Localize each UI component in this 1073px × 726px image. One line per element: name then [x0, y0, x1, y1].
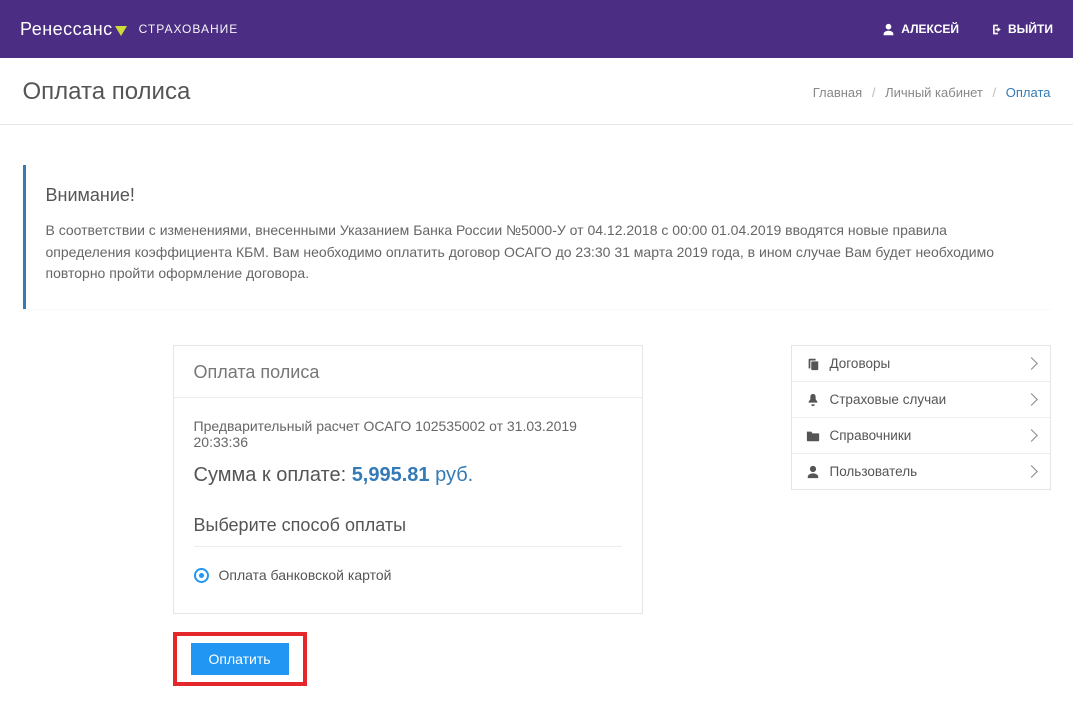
brand-logo[interactable]: Ренессанс СТРАХОВАНИЕ: [20, 19, 238, 40]
breadcrumb-current: Оплата: [1006, 85, 1051, 100]
alert-body: В соответствии с изменениями, внесенными…: [46, 220, 1033, 285]
amount-label: Сумма к оплате:: [194, 464, 352, 486]
amount-value: 5,995.81: [352, 464, 430, 486]
bell-icon: [806, 393, 820, 407]
page-header-strip: Оплата полиса Главная / Личный кабинет /…: [0, 58, 1073, 125]
precalc-line: Предварительный расчет ОСАГО 102535002 о…: [194, 418, 622, 450]
top-actions: АЛЕКСЕЙ ВЫЙТИ: [882, 22, 1053, 36]
user-icon: [806, 465, 820, 479]
user-icon: [882, 23, 895, 36]
sidebar-item-claims[interactable]: Страховые случаи: [792, 382, 1050, 418]
user-menu[interactable]: АЛЕКСЕЙ: [882, 22, 959, 36]
pay-button-highlight: Оплатить: [173, 632, 307, 686]
sidebar-menu: Договоры Страховые случаи Справочники По…: [791, 345, 1051, 490]
breadcrumb-sep: /: [993, 85, 997, 100]
logo-subtext: СТРАХОВАНИЕ: [139, 22, 239, 36]
breadcrumb-home[interactable]: Главная: [813, 85, 862, 100]
logout-label: ВЫЙТИ: [1008, 22, 1053, 36]
sidebar-item-label: Справочники: [830, 428, 1017, 443]
payment-method-card-label: Оплата банковской картой: [219, 567, 392, 583]
page-title: Оплата полиса: [23, 78, 191, 106]
pay-button[interactable]: Оплатить: [191, 643, 289, 675]
payment-panel-title: Оплата полиса: [174, 346, 642, 398]
payment-method-card[interactable]: Оплата банковской картой: [194, 567, 622, 583]
alert-box: Внимание! В соответствии с изменениями, …: [23, 165, 1051, 309]
sidebar-item-contracts[interactable]: Договоры: [792, 346, 1050, 382]
amount-currency: руб.: [430, 464, 474, 486]
chevron-right-icon: [1025, 393, 1038, 406]
chevron-right-icon: [1025, 429, 1038, 442]
sidebar-item-label: Страховые случаи: [830, 392, 1017, 407]
breadcrumb: Главная / Личный кабинет / Оплата: [813, 85, 1051, 100]
payment-method-header: Выберите способ оплаты: [194, 515, 622, 547]
logo-triangle-icon: [115, 26, 127, 36]
chevron-right-icon: [1025, 465, 1038, 478]
payment-panel: Оплата полиса Предварительный расчет ОСА…: [173, 345, 643, 614]
amount-line: Сумма к оплате: 5,995.81 руб.: [194, 464, 622, 487]
chevron-right-icon: [1025, 357, 1038, 370]
radio-selected-icon: [194, 568, 209, 583]
breadcrumb-sep: /: [872, 85, 876, 100]
sidebar-item-label: Пользователь: [830, 464, 1017, 479]
top-bar: Ренессанс СТРАХОВАНИЕ АЛЕКСЕЙ ВЫЙТИ: [0, 0, 1073, 58]
sidebar-item-label: Договоры: [830, 356, 1017, 371]
logo-text: Ренессанс: [20, 19, 127, 40]
copy-icon: [806, 357, 820, 371]
logout-button[interactable]: ВЫЙТИ: [989, 22, 1053, 36]
sidebar-item-references[interactable]: Справочники: [792, 418, 1050, 454]
breadcrumb-section[interactable]: Личный кабинет: [885, 85, 983, 100]
alert-title: Внимание!: [46, 185, 1033, 206]
logout-icon: [989, 23, 1002, 36]
sidebar-item-user[interactable]: Пользователь: [792, 454, 1050, 489]
user-name-label: АЛЕКСЕЙ: [901, 22, 959, 36]
folder-icon: [806, 429, 820, 443]
